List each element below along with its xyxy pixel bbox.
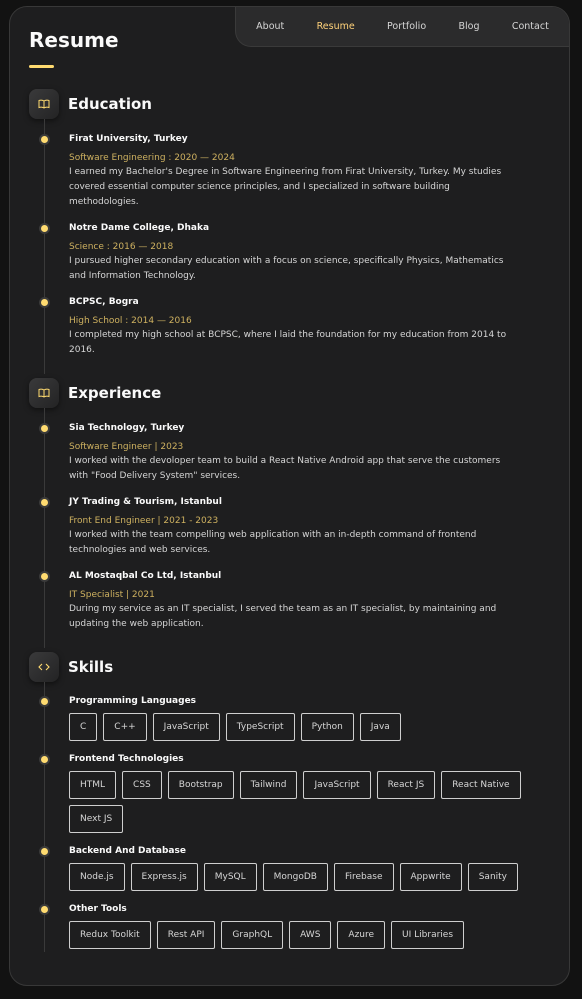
skill-tag: JavaScript [152,713,220,741]
resume-card: About Resume Portfolio Blog Contact Resu… [9,6,570,986]
skill-tag: C++ [103,713,147,741]
skill-group-title: Frontend Technologies [69,754,184,764]
skill-tag: MySQL [203,863,257,891]
page-title: Resume [29,28,119,52]
skill-tag: TypeScript [225,713,295,741]
item-title: BCPSC, Bogra [69,297,139,307]
skill-tag: Azure [337,921,386,949]
skill-tag: Bootstrap [167,771,234,799]
item-date: Software Engineering : 2020 — 2024 [69,153,235,163]
experience-item: AL Mostaqbal Co Ltd, Istanbul IT Special… [69,570,519,632]
item-title: Firat University, Turkey [69,134,188,144]
skill-tag: MongoDB [262,863,328,891]
skill-tag: Next JS [69,805,124,833]
nav-resume[interactable]: Resume [317,21,355,32]
education-title: Education [68,95,152,113]
skill-tag: Tailwind [239,771,298,799]
item-date: IT Specialist | 2021 [69,590,155,600]
skill-group-title: Other Tools [69,904,127,914]
skill-tag: JavaScript [303,771,371,799]
item-date: Front End Engineer | 2021 - 2023 [69,516,219,526]
item-date: Science : 2016 — 2018 [69,242,174,252]
timeline-dot [41,756,48,763]
timeline-dot [41,425,48,432]
skill-tag: GraphQL [221,921,284,949]
skill-group: Programming Languages C C++ JavaScript T… [69,695,539,741]
skill-tag: CSS [122,771,162,799]
skill-group: Other Tools Redux Toolkit Rest API Graph… [69,903,539,949]
education-item: Firat University, Turkey Software Engine… [69,133,519,210]
skill-tag: Redux Toolkit [69,921,151,949]
education-item: BCPSC, Bogra High School : 2014 — 2016 I… [69,296,519,358]
item-title: JY Trading & Tourism, Istanbul [69,497,222,507]
skill-tag: Firebase [333,863,394,891]
skill-tag: UI Libraries [391,921,465,949]
experience-item: Sia Technology, Turkey Software Engineer… [69,422,519,484]
experience-title: Experience [68,384,162,402]
nav-blog[interactable]: Blog [458,21,479,32]
code-icon [29,652,59,682]
book-icon [29,89,59,119]
item-text: During my service as an IT specialist, I… [69,604,497,629]
skill-tags: C C++ JavaScript TypeScript Python Java [69,713,539,741]
skill-tag: Express.js [130,863,198,891]
skills-header: Skills [29,652,559,682]
timeline-dot [41,299,48,306]
skill-group-title: Backend And Database [69,846,186,856]
skills-section: Skills Programming Languages C C++ JavaS… [29,652,559,952]
skill-group: Frontend Technologies HTML CSS Bootstrap… [69,753,539,833]
skill-tag: C [69,713,98,741]
skill-tag: Appwrite [399,863,462,891]
skills-title: Skills [68,658,114,676]
skill-tags: HTML CSS Bootstrap Tailwind JavaScript R… [69,771,539,833]
nav-about[interactable]: About [256,21,284,32]
skill-tag: React JS [376,771,436,799]
skill-tags: Redux Toolkit Rest API GraphQL AWS Azure… [69,921,539,949]
education-header: Education [29,89,559,119]
item-title: AL Mostaqbal Co Ltd, Istanbul [69,571,222,581]
skill-tag: Sanity [467,863,519,891]
timeline-dot [41,499,48,506]
skill-tag: React Native [441,771,521,799]
item-title: Sia Technology, Turkey [69,423,185,433]
education-timeline-line [44,119,45,374]
nav-portfolio[interactable]: Portfolio [387,21,426,32]
item-date: Software Engineer | 2023 [69,442,184,452]
experience-header: Experience [29,378,559,408]
skill-group-title: Programming Languages [69,696,197,706]
item-text: I earned my Bachelor's Degree in Softwar… [69,167,502,207]
title-underline [29,65,54,68]
item-text: I pursued higher secondary education wit… [69,256,504,281]
timeline-dot [41,848,48,855]
item-date: High School : 2014 — 2016 [69,316,192,326]
timeline-dot [41,136,48,143]
item-text: I worked with the team compelling web ap… [69,530,477,555]
education-item: Notre Dame College, Dhaka Science : 2016… [69,222,519,284]
timeline-dot [41,906,48,913]
skill-tag: Java [359,713,401,741]
experience-timeline-line [44,408,45,648]
skill-tag: Python [300,713,354,741]
skill-tag: AWS [289,921,332,949]
timeline-dot [41,573,48,580]
timeline-dot [41,225,48,232]
book-icon [29,378,59,408]
item-title: Notre Dame College, Dhaka [69,223,210,233]
item-text: I completed my high school at BCPSC, whe… [69,330,507,355]
nav-contact[interactable]: Contact [512,21,549,32]
skill-tag: Node.js [69,863,125,891]
skill-tag: HTML [69,771,117,799]
experience-item: JY Trading & Tourism, Istanbul Front End… [69,496,519,558]
skill-tag: Rest API [156,921,216,949]
navbar: About Resume Portfolio Blog Contact [235,7,569,47]
experience-section: Experience Sia Technology, Turkey Softwa… [29,378,559,648]
item-text: I worked with the devoloper team to buil… [69,456,501,481]
timeline-dot [41,698,48,705]
skill-group: Backend And Database Node.js Express.js … [69,845,539,891]
skill-tags: Node.js Express.js MySQL MongoDB Firebas… [69,863,539,891]
education-section: Education Firat University, Turkey Softw… [29,89,559,374]
